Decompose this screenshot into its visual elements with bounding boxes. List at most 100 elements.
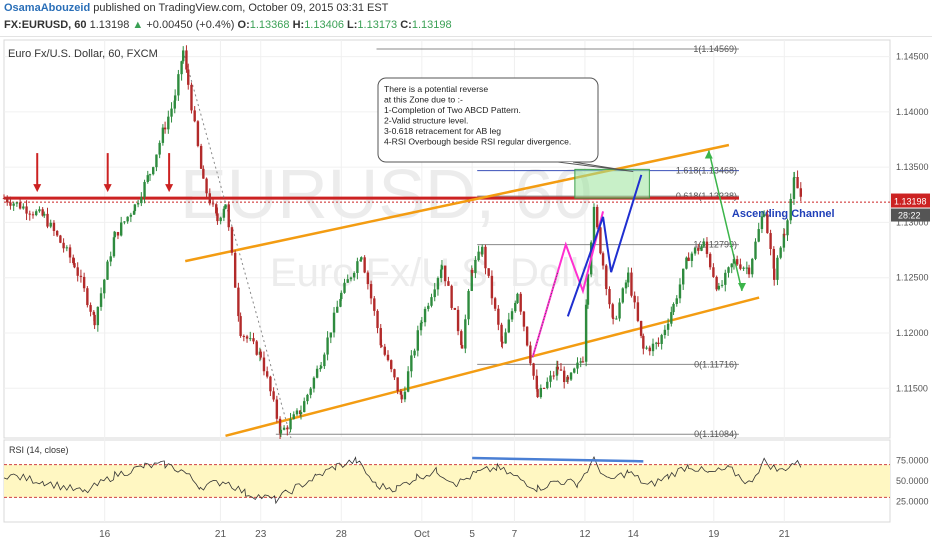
candle-body — [349, 277, 353, 280]
candle-body — [510, 311, 514, 320]
author-link[interactable]: OsamaAbouzeid — [4, 2, 90, 14]
candle-body — [487, 268, 490, 276]
candle-body — [779, 247, 782, 258]
candle-body — [340, 292, 343, 300]
last-price: 1.13198 — [89, 19, 130, 31]
candle-body — [615, 318, 618, 320]
candle-body — [484, 246, 487, 269]
candle-body — [326, 337, 329, 355]
candle-body — [123, 221, 126, 223]
candle-body — [190, 84, 193, 111]
candle-body — [112, 237, 116, 257]
candle-body — [702, 241, 705, 247]
candle-body — [282, 427, 286, 430]
candle-body — [601, 253, 605, 266]
candle-body — [390, 360, 393, 370]
candle-body — [9, 202, 12, 206]
candle-body — [65, 247, 69, 249]
candle-body — [627, 272, 630, 283]
candle-body — [272, 391, 275, 400]
candle-body — [133, 204, 137, 212]
candle-body — [148, 174, 152, 176]
candle-body — [556, 366, 559, 370]
candle-body — [645, 347, 648, 349]
candle-body — [46, 213, 49, 227]
candle-body — [35, 211, 38, 216]
candle-body — [727, 267, 730, 273]
candle-body — [745, 267, 749, 269]
candle-body — [525, 326, 529, 346]
open-value: 1.13368 — [249, 19, 290, 31]
candle-body — [49, 222, 52, 227]
callout-line: 3-0.618 retracement for AB leg — [384, 126, 501, 136]
candle-body — [427, 305, 430, 309]
candle-body — [430, 297, 433, 306]
rsi-label: RSI (14, close) — [9, 445, 69, 455]
candle-body — [43, 213, 46, 216]
candle-body — [783, 233, 786, 236]
y-tick-label: 1.13500 — [896, 162, 929, 172]
candle-body — [163, 127, 167, 130]
candle-body — [146, 175, 149, 182]
candle-body — [109, 256, 112, 262]
callout-line: 2-Valid structure level. — [384, 116, 468, 126]
arrow-head-bottom — [737, 282, 746, 291]
candle-body — [62, 242, 65, 249]
candle-body — [592, 206, 596, 243]
candle-body — [720, 284, 724, 286]
candle-body — [715, 276, 718, 290]
candle-body — [410, 355, 413, 372]
candle-body — [470, 270, 474, 273]
candle-body — [140, 197, 143, 204]
candle-body — [363, 257, 366, 273]
candle-body — [739, 264, 742, 269]
candle-body — [685, 257, 688, 269]
candle-body — [636, 302, 640, 321]
x-tick-label: 23 — [255, 529, 267, 540]
candle-body — [584, 304, 588, 362]
y-tick-label: 1.14000 — [896, 107, 929, 117]
candle-body — [760, 216, 764, 230]
candle-body — [792, 177, 796, 199]
candle-body — [433, 289, 436, 298]
candle-body — [439, 269, 443, 279]
candle-body — [245, 336, 249, 339]
candle-body — [319, 366, 323, 369]
candle-body — [18, 202, 22, 209]
annotation-callout: There is a potential reverseat this Zone… — [377, 77, 634, 173]
candle-body — [269, 376, 272, 392]
candle-body — [129, 214, 133, 217]
quote-line: FX:EURUSD, 60 1.13198 ▲ +0.00450 (+0.4%)… — [4, 19, 452, 31]
candle-body — [687, 257, 690, 261]
candle-body — [96, 306, 100, 326]
candle-body — [76, 267, 79, 276]
x-tick-label: 19 — [708, 529, 720, 540]
y-tick-label: 1.14500 — [896, 52, 929, 62]
candle-body — [103, 279, 106, 294]
candle-body — [751, 258, 754, 275]
candle-body — [732, 259, 736, 264]
candle-body — [309, 388, 312, 395]
candle-body — [493, 298, 497, 309]
change-arrow-icon: ▲ — [132, 19, 144, 31]
price-chart[interactable]: EURUSD, 60 Euro Fx/U.S. Dollar Euro Fx/U… — [0, 36, 932, 550]
candle-body — [193, 110, 196, 122]
candle-body — [735, 259, 739, 265]
fib-level-label: 0(1.11084) — [694, 429, 737, 439]
current-price-text: 1.13198 — [894, 197, 927, 207]
candle-body — [708, 253, 712, 268]
candle-body — [323, 354, 326, 367]
candle-body — [82, 276, 86, 289]
candle-body — [126, 216, 129, 222]
candle-body — [116, 232, 120, 236]
candle-body — [642, 335, 645, 349]
y-tick-label: 1.11500 — [896, 383, 928, 393]
candle-body — [286, 427, 289, 430]
x-tick-label: Oct — [414, 529, 430, 540]
candle-body — [386, 354, 390, 361]
candle-body — [403, 391, 407, 400]
candle-body — [406, 371, 410, 392]
x-tick-label: 12 — [579, 529, 591, 540]
candle-body — [443, 265, 447, 282]
candle-body — [369, 284, 373, 299]
